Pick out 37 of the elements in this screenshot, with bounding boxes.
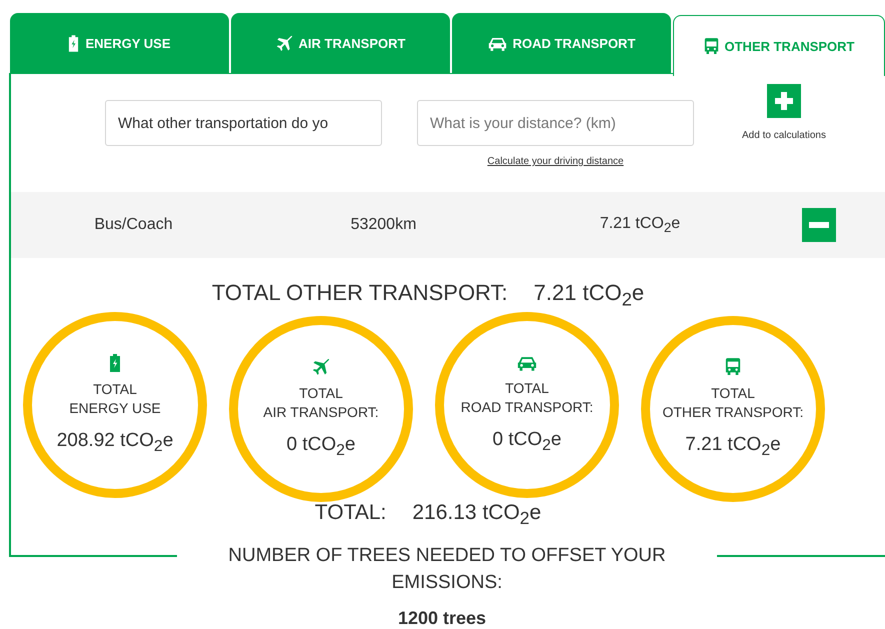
circle-value: 0 tCO$_{2}$e <box>492 428 562 455</box>
entry-emissions: 7.21 tCO$_{2}$e <box>600 214 680 236</box>
circle-value: 7.21 tCO$_{2}$e <box>685 434 781 460</box>
driving-distance-link[interactable]: Calculate your driving distance <box>487 156 624 167</box>
tab[interactable]: OTHER TRANSPORT <box>673 15 885 76</box>
minus-icon <box>809 222 829 228</box>
circle-label: TOTAL OTHER TRANSPORT: <box>662 384 804 422</box>
battery-icon <box>68 35 80 52</box>
grand-total-value: 216.13 tCO$_{2}$e <box>412 500 542 531</box>
trees-heading: NUMBER OF TREES NEEDED TO OFFSET YOUR EMISSIONS: <box>227 544 667 595</box>
battery-icon <box>109 354 121 372</box>
distance-field[interactable]: What is your distance? (km) <box>417 100 694 146</box>
bus-icon <box>725 358 741 376</box>
add-label: Add to calculations <box>742 130 826 141</box>
entry-distance: 53200km <box>350 216 416 234</box>
car-icon <box>488 36 507 50</box>
tab[interactable]: AIR TRANSPORT <box>231 13 450 73</box>
grand-total-label: TOTAL: <box>314 500 386 526</box>
transport-field[interactable]: What other transportation do yo <box>105 100 382 146</box>
trees-value: 1200 trees <box>396 608 488 629</box>
bus-icon <box>704 38 718 54</box>
circle-label: TOTAL ENERGY USE <box>69 380 161 418</box>
circle-value: 208.92 tCO$_{2}$e <box>56 430 174 456</box>
circle-label: TOTAL ROAD TRANSPORT: <box>460 378 594 417</box>
plus-icon <box>774 91 794 111</box>
plane-icon <box>312 358 330 376</box>
add-button[interactable] <box>767 84 801 118</box>
circle-value: 0 tCO$_{2}$e <box>286 434 356 460</box>
remove-button[interactable] <box>802 208 836 242</box>
total-value: 7.21 tCO$_{2}$e <box>534 280 644 310</box>
car-icon <box>517 356 537 371</box>
tab[interactable]: ENERGY USE <box>10 13 229 73</box>
entry-type: Bus/Coach <box>94 216 173 234</box>
circle-label: TOTAL AIR TRANSPORT: <box>263 384 379 422</box>
tab[interactable]: ROAD TRANSPORT <box>452 13 671 73</box>
total-label: TOTAL OTHER TRANSPORT: <box>212 280 508 307</box>
plane-icon <box>276 35 293 52</box>
